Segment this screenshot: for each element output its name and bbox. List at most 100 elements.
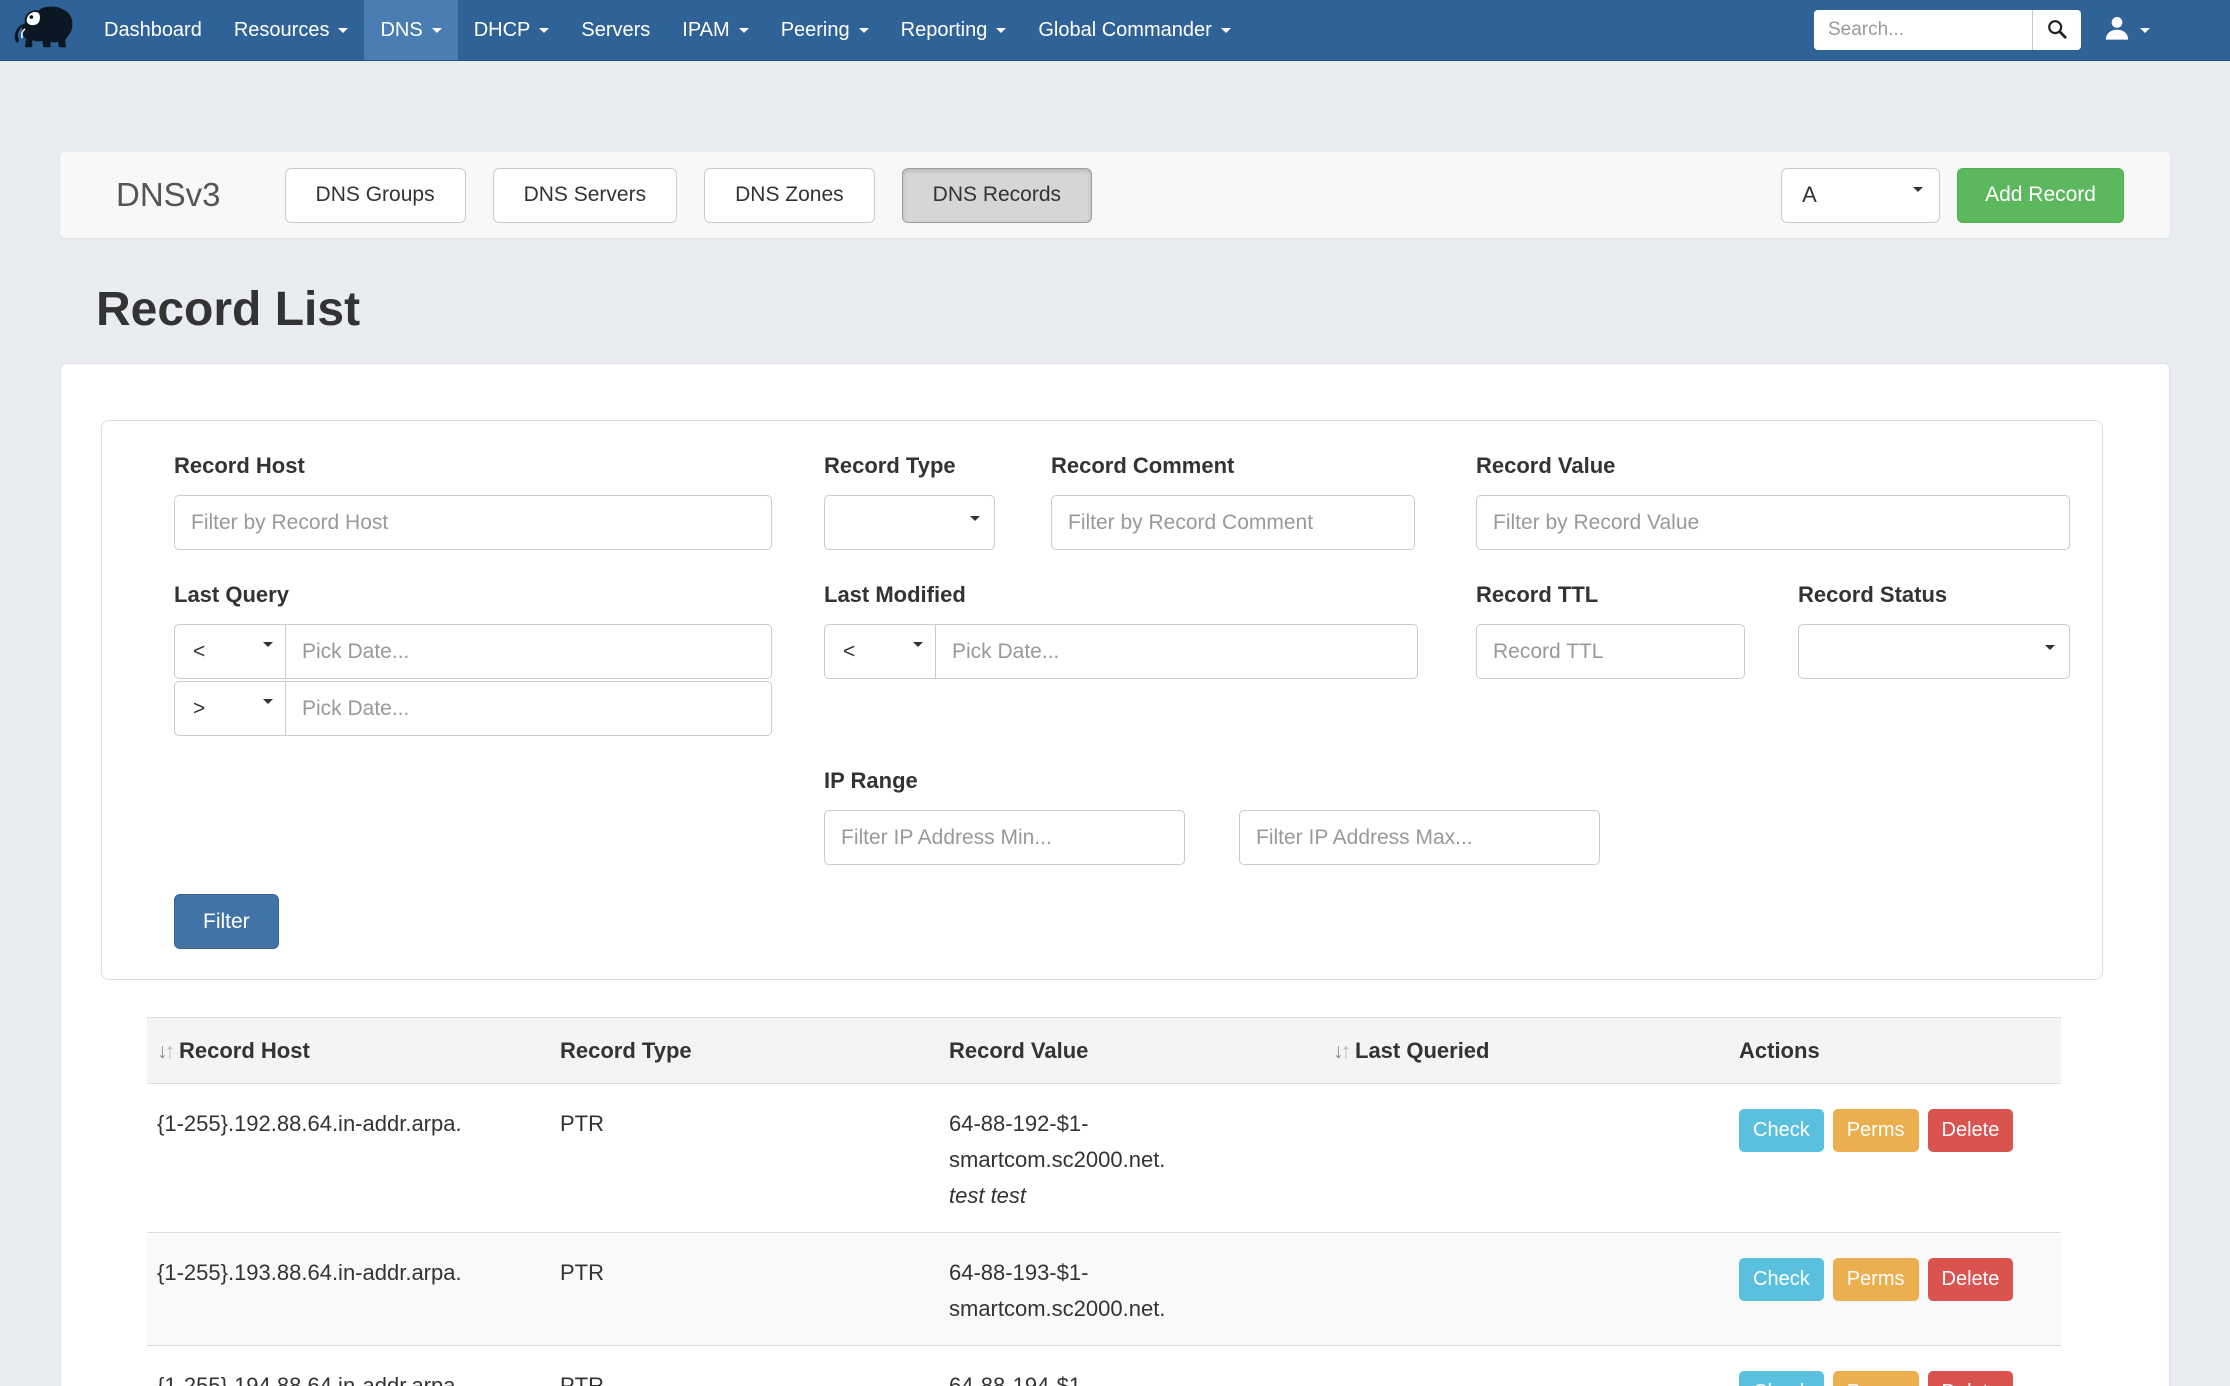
table-row: {1-255}.193.88.64.in-addr.arpa. PTR 64-8… xyxy=(147,1233,2061,1346)
tab-dns-servers[interactable]: DNS Servers xyxy=(493,168,678,223)
caret-down-icon xyxy=(913,642,923,652)
record-type-selector[interactable]: A xyxy=(1781,168,1940,223)
nav-item-dhcp[interactable]: DHCP xyxy=(458,0,566,60)
mammoth-logo-icon xyxy=(14,4,78,57)
tab-dns-groups[interactable]: DNS Groups xyxy=(285,168,466,223)
last-query-after-date-input[interactable] xyxy=(286,625,771,678)
record-type-select[interactable] xyxy=(824,495,995,550)
tab-dns-records[interactable]: DNS Records xyxy=(902,168,1092,223)
search-icon xyxy=(2046,18,2068,43)
perms-button[interactable]: Perms xyxy=(1833,1371,1919,1386)
row-actions: Check Perms Delete xyxy=(1739,1255,2051,1301)
last-modified-date-input[interactable] xyxy=(936,625,1417,678)
record-comment-input[interactable] xyxy=(1051,495,1415,550)
cell-record-host: {1-255}.194.88.64.in-addr.arpa. xyxy=(147,1346,550,1386)
record-list-card: Record Host Record Type Record Comment R… xyxy=(60,363,2170,1386)
last-modified-label: Last Modified xyxy=(824,582,1418,608)
page-title: Record List xyxy=(96,282,2170,337)
filter-button[interactable]: Filter xyxy=(174,894,279,949)
record-value-label: Record Value xyxy=(1476,453,2070,479)
caret-down-icon xyxy=(1913,187,1923,197)
caret-down-icon xyxy=(539,28,549,38)
column-header-actions: Actions xyxy=(1729,1018,2061,1084)
user-icon xyxy=(2103,14,2131,47)
nav-item-dns[interactable]: DNS xyxy=(364,0,457,60)
row-actions: Check Perms Delete xyxy=(1739,1106,2051,1152)
caret-down-icon xyxy=(263,699,273,709)
sort-icon: ↓↑ xyxy=(1333,1040,1348,1063)
nav-item-reporting[interactable]: Reporting xyxy=(885,0,1023,60)
ip-range-max-input[interactable] xyxy=(1239,810,1600,865)
add-record-button[interactable]: Add Record xyxy=(1957,168,2124,223)
perms-button[interactable]: Perms xyxy=(1833,1258,1919,1301)
nav-item-ipam[interactable]: IPAM xyxy=(666,0,764,60)
main-nav: Dashboard Resources DNS DHCP Servers IPA… xyxy=(88,0,1247,60)
cell-record-value: 64-88-192-$1- smartcom.sc2000.net. test … xyxy=(939,1084,1323,1233)
search-input[interactable] xyxy=(1814,10,2032,50)
ip-range-label: IP Range xyxy=(824,768,1600,794)
record-status-select[interactable] xyxy=(1798,624,2070,679)
record-type-label: Record Type xyxy=(824,453,995,479)
nav-item-peering[interactable]: Peering xyxy=(765,0,885,60)
sort-icon: ↓↑ xyxy=(157,1040,172,1063)
brand-logo[interactable] xyxy=(14,0,88,60)
nav-item-dashboard[interactable]: Dashboard xyxy=(88,0,218,60)
caret-down-icon xyxy=(739,28,749,38)
check-button[interactable]: Check xyxy=(1739,1258,1824,1301)
table-row: {1-255}.194.88.64.in-addr.arpa. PTR 64-8… xyxy=(147,1346,2061,1386)
dns-toolbar: DNSv3 DNS Groups DNS Servers DNS Zones D… xyxy=(60,152,2170,238)
last-query-label: Last Query xyxy=(174,582,772,608)
record-host-label: Record Host xyxy=(174,453,772,479)
last-query-before-date-input[interactable] xyxy=(286,682,771,735)
check-button[interactable]: Check xyxy=(1739,1371,1824,1386)
cell-last-queried xyxy=(1323,1233,1729,1346)
cell-record-host: {1-255}.192.88.64.in-addr.arpa. xyxy=(147,1084,550,1233)
nav-item-servers[interactable]: Servers xyxy=(565,0,666,60)
caret-down-icon xyxy=(970,516,980,526)
caret-down-icon xyxy=(263,642,273,652)
record-value-input[interactable] xyxy=(1476,495,2070,550)
caret-down-icon xyxy=(2140,28,2150,38)
caret-down-icon xyxy=(1221,28,1231,38)
cell-record-type: PTR xyxy=(550,1084,939,1233)
delete-button[interactable]: Delete xyxy=(1928,1371,2014,1386)
caret-down-icon xyxy=(432,28,442,38)
toolbar-right: A Add Record xyxy=(1781,168,2124,223)
search-button[interactable] xyxy=(2032,10,2081,50)
record-status-label: Record Status xyxy=(1798,582,2070,608)
caret-down-icon xyxy=(859,28,869,38)
navbar-search xyxy=(1814,10,2081,50)
column-header-last-queried[interactable]: ↓↑Last Queried xyxy=(1323,1018,1729,1084)
module-title: DNSv3 xyxy=(116,176,221,214)
record-comment-text: test test xyxy=(949,1178,1313,1214)
caret-down-icon xyxy=(996,28,1006,38)
delete-button[interactable]: Delete xyxy=(1928,1109,2014,1152)
column-header-record-type: Record Type xyxy=(550,1018,939,1084)
perms-button[interactable]: Perms xyxy=(1833,1109,1919,1152)
cell-last-queried xyxy=(1323,1346,1729,1386)
record-host-input[interactable] xyxy=(174,495,772,550)
cell-last-queried xyxy=(1323,1084,1729,1233)
cell-record-type: PTR xyxy=(550,1346,939,1386)
caret-down-icon xyxy=(338,28,348,38)
cell-record-type: PTR xyxy=(550,1233,939,1346)
record-ttl-input[interactable] xyxy=(1476,624,1745,679)
filter-panel: Record Host Record Type Record Comment R… xyxy=(101,420,2103,980)
ip-range-min-input[interactable] xyxy=(824,810,1185,865)
nav-item-resources[interactable]: Resources xyxy=(218,0,365,60)
row-actions: Check Perms Delete xyxy=(1739,1368,2051,1386)
last-query-lt-select[interactable]: < xyxy=(175,625,286,678)
column-header-record-value: Record Value xyxy=(939,1018,1323,1084)
record-comment-label: Record Comment xyxy=(1051,453,1415,479)
nav-item-global-commander[interactable]: Global Commander xyxy=(1022,0,1246,60)
last-modified-op-select[interactable]: < xyxy=(825,625,936,678)
user-menu[interactable] xyxy=(2081,0,2230,60)
check-button[interactable]: Check xyxy=(1739,1109,1824,1152)
record-ttl-label: Record TTL xyxy=(1476,582,1745,608)
table-row: {1-255}.192.88.64.in-addr.arpa. PTR 64-8… xyxy=(147,1084,2061,1233)
delete-button[interactable]: Delete xyxy=(1928,1258,2014,1301)
tab-dns-zones[interactable]: DNS Zones xyxy=(704,168,875,223)
top-navbar: Dashboard Resources DNS DHCP Servers IPA… xyxy=(0,0,2230,61)
last-query-gt-select[interactable]: > xyxy=(175,682,286,735)
column-header-record-host[interactable]: ↓↑Record Host xyxy=(147,1018,550,1084)
